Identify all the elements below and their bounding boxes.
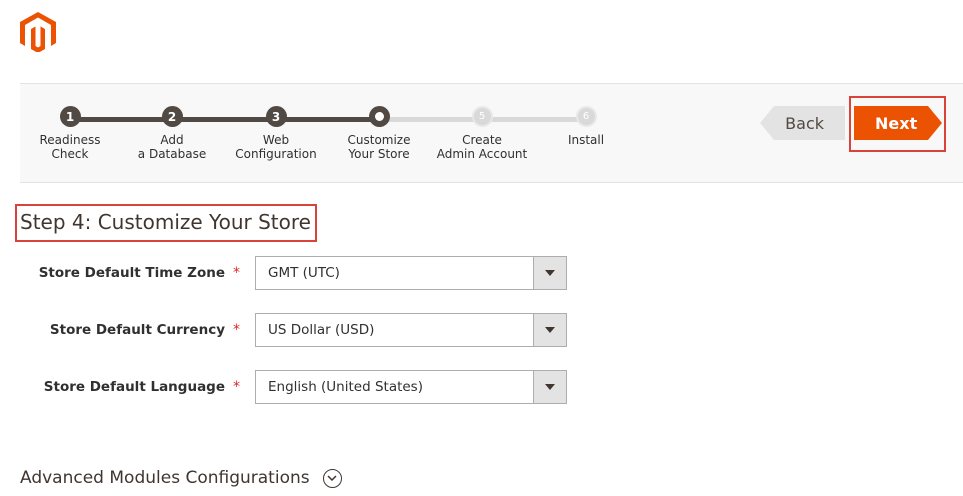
step-number-badge: 3 [265,106,287,127]
caret-down-icon [545,270,555,276]
currency-dropdown-toggle[interactable] [533,314,566,346]
step-label-line1: Customize [347,133,411,147]
required-indicator: * [233,322,240,338]
step-number-badge: 2 [161,106,183,127]
back-button[interactable]: Back [760,106,845,140]
step-label-line2: Admin Account [436,147,528,161]
language-value: English (United States) [268,379,423,395]
chevron-down-circle-icon[interactable] [322,468,342,488]
wizard-step-create-admin-account: 5 Create Admin Account [427,106,537,161]
time-zone-dropdown-toggle[interactable] [533,257,566,289]
required-indicator: * [233,379,240,395]
step-number-badge: 6 [575,106,597,127]
step-number-badge: 5 [471,106,493,127]
advanced-modules-toggle[interactable]: Advanced Modules Configurations [20,468,342,488]
language-label: Store Default Language [43,379,225,395]
next-button[interactable]: Next [854,106,942,140]
wizard-step-install: 6 Install [531,106,641,147]
language-field-row: Store Default Language * English (United… [0,370,963,404]
step-current-indicator [368,106,390,127]
wizard-step-add-database: 2 Add a Database [117,106,227,161]
step-label-line1: Install [567,133,605,147]
step-label-line2: Configuration [235,147,317,161]
caret-down-icon [545,327,555,333]
step-label-line2: Your Store [348,147,410,161]
page-title: Step 4: Customize Your Store [15,204,317,242]
advanced-modules-label: Advanced Modules Configurations [20,468,310,488]
step-label-line1: Readiness [39,133,101,147]
currency-value: US Dollar (USD) [268,322,375,338]
currency-select[interactable]: US Dollar (USD) [255,313,567,347]
caret-down-icon [545,384,555,390]
step-number-badge: 1 [59,106,81,127]
time-zone-field-row: Store Default Time Zone * GMT (UTC) [0,256,963,290]
currency-label: Store Default Currency [49,322,225,338]
magento-logo-icon [20,12,56,52]
chevron-down-icon [327,475,337,481]
step-label-line1: Web [262,133,290,147]
step-label-line2: Check [51,147,89,161]
language-dropdown-toggle[interactable] [533,371,566,403]
wizard-step-web-configuration: 3 Web Configuration [221,106,331,161]
time-zone-label: Store Default Time Zone [38,265,225,281]
required-indicator: * [233,265,240,281]
step-label-line1: Add [160,133,184,147]
currency-field-row: Store Default Currency * US Dollar (USD) [0,313,963,347]
step-label-line1: Create [462,133,502,147]
time-zone-select[interactable]: GMT (UTC) [255,256,567,290]
step-label-line2: a Database [137,147,207,161]
wizard-step-customize-store: Customize Your Store [324,106,434,161]
time-zone-value: GMT (UTC) [268,265,340,281]
wizard-step-readiness-check: 1 Readiness Check [15,106,125,161]
language-select[interactable]: English (United States) [255,370,567,404]
